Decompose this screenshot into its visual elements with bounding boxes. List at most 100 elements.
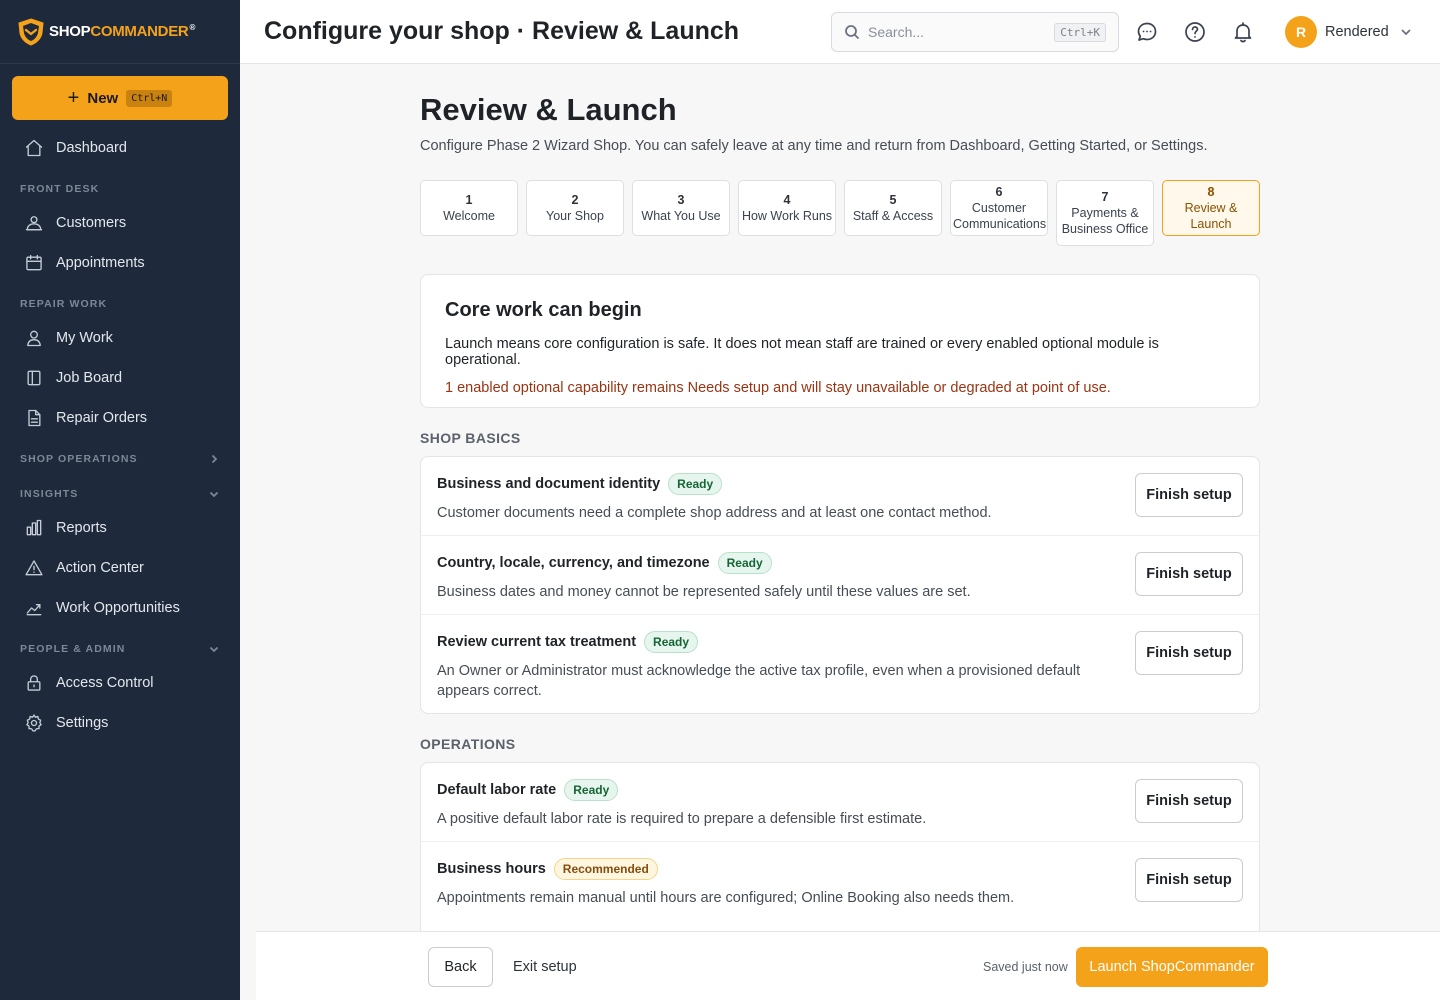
wizard-footer: Back Exit setup Saved just now Launch Sh… (256, 931, 1440, 1000)
status-badge: Ready (564, 779, 619, 801)
row-description: Business dates and money cannot be repre… (437, 584, 971, 600)
home-icon (25, 139, 43, 157)
warning-icon (25, 560, 43, 576)
sidebar-item-label: Access Control (56, 675, 154, 691)
sidebar-item-action-center[interactable]: Action Center (0, 548, 240, 588)
brand-commander-text: COMMANDER (90, 23, 189, 40)
finish-setup-button[interactable]: Finish setup (1135, 779, 1243, 823)
chevron-down-icon (209, 646, 219, 653)
step-label: Your Shop (546, 209, 604, 223)
chevron-right-icon (211, 454, 218, 464)
core-work-title: Core work can begin (445, 299, 642, 321)
chevron-down-icon (1401, 29, 1411, 36)
customers-icon (25, 216, 43, 231)
shop-basics-heading: SHOP BASICS (420, 430, 521, 446)
trend-icon (26, 604, 42, 616)
back-button[interactable]: Back (428, 947, 493, 987)
step-review-launch[interactable]: 8 Review & Launch (1162, 180, 1260, 236)
sidebar-item-reports[interactable]: Reports (0, 508, 240, 548)
brand-logo[interactable]: SHOPCOMMANDER® (0, 0, 240, 64)
step-number: 5 (889, 193, 897, 207)
notifications-button[interactable] (1231, 20, 1255, 44)
help-button[interactable] (1183, 20, 1207, 44)
sidebar-item-label: Reports (56, 520, 107, 536)
section-shop-operations[interactable]: SHOP OPERATIONS (0, 438, 240, 473)
brand-reg-mark: ® (189, 23, 196, 32)
row-title-text: Country, locale, currency, and timezone (437, 555, 710, 571)
finish-setup-button[interactable]: Finish setup (1135, 552, 1243, 596)
finish-setup-button[interactable]: Finish setup (1135, 858, 1243, 902)
exit-setup-button[interactable]: Exit setup (513, 947, 577, 987)
gear-icon (26, 714, 42, 732)
operations-heading: OPERATIONS (420, 736, 516, 752)
section-people-admin[interactable]: PEOPLE & ADMIN (0, 628, 240, 663)
search-box[interactable]: Ctrl+K (831, 12, 1119, 52)
user-menu[interactable]: R Rendered (1285, 16, 1413, 48)
search-shortcut-hint: Ctrl+K (1054, 22, 1106, 42)
step-label: Review & Launch (1184, 201, 1238, 231)
sidebar-item-access-control[interactable]: Access Control (0, 663, 240, 703)
row-description: Customer documents need a complete shop … (437, 505, 992, 521)
status-badge: Recommended (553, 858, 658, 880)
sidebar-item-job-board[interactable]: Job Board (0, 358, 240, 398)
row-title: Business and document identity Ready (437, 473, 1123, 495)
topbar: Configure your shop · Review & Launch Ct… (240, 0, 1440, 64)
wizard-subtitle: Configure Phase 2 Wizard Shop. You can s… (420, 138, 1208, 154)
sidebar-item-work-opportunities[interactable]: Work Opportunities (0, 588, 240, 628)
checklist-row: Default labor rate Ready A positive defau… (421, 763, 1259, 842)
sidebar-item-dashboard[interactable]: Dashboard (0, 128, 240, 168)
section-label: PEOPLE & ADMIN (20, 643, 126, 655)
row-description: Appointments remain manual until hours a… (437, 890, 1015, 906)
sidebar-item-settings[interactable]: Settings (0, 703, 240, 743)
step-how-work-runs[interactable]: 4 How Work Runs (738, 180, 836, 236)
main-content: Review & Launch Configure Phase 2 Wizard… (240, 64, 1440, 1000)
section-label: REPAIR WORK (20, 298, 108, 310)
status-badge: Ready (668, 473, 723, 495)
step-what-you-use[interactable]: 3 What You Use (632, 180, 730, 236)
step-staff-access[interactable]: 5 Staff & Access (844, 180, 942, 236)
step-your-shop[interactable]: 2 Your Shop (526, 180, 624, 236)
sidebar-item-repair-orders[interactable]: Repair Orders (0, 398, 240, 438)
sidebar-item-appointments[interactable]: Appointments (0, 243, 240, 283)
sidebar-item-label: Repair Orders (56, 410, 148, 426)
step-number: 3 (677, 193, 685, 207)
step-label: Welcome (443, 209, 495, 223)
checklist-row: Review current tax treatment Ready An Own… (421, 615, 1259, 713)
finish-setup-button[interactable]: Finish setup (1135, 473, 1243, 517)
section-label: SHOP OPERATIONS (20, 453, 138, 465)
step-customer-communications[interactable]: 6 Customer Communications (950, 180, 1048, 236)
step-label: Payments & Business Office (1061, 206, 1149, 236)
row-title-text: Review current tax treatment (437, 634, 637, 650)
finish-setup-button[interactable]: Finish setup (1135, 631, 1243, 675)
step-number: 1 (465, 193, 473, 207)
search-icon (845, 25, 860, 40)
new-button[interactable]: + New Ctrl+N (12, 76, 228, 120)
launch-button[interactable]: Launch ShopCommander (1076, 947, 1268, 987)
brand-wordmark: SHOPCOMMANDER® (49, 23, 195, 40)
step-number: 4 (783, 193, 791, 207)
document-icon (28, 409, 41, 427)
row-title: Review current tax treatment Ready (437, 631, 1123, 653)
step-label: Customer Communications (953, 201, 1047, 231)
messages-button[interactable] (1135, 20, 1159, 44)
sidebar-item-customers[interactable]: Customers (0, 203, 240, 243)
row-title: Default labor rate Ready (437, 779, 1123, 801)
sidebar-nav: Dashboard FRONT DESK Customers Appointme… (0, 128, 240, 743)
section-insights[interactable]: INSIGHTS (0, 473, 240, 508)
calendar-icon (26, 254, 42, 271)
sidebar-item-my-work[interactable]: My Work (0, 318, 240, 358)
step-payments-business-office[interactable]: 7 Payments & Business Office (1056, 180, 1154, 246)
user-name: Rendered (1325, 24, 1389, 40)
row-title-text: Business and document identity (437, 476, 661, 492)
status-badge: Ready (644, 631, 699, 653)
bell-icon (1234, 22, 1252, 43)
step-label: Staff & Access (852, 209, 934, 223)
row-description: An Owner or Administrator must acknowled… (437, 663, 1081, 699)
section-repair-work: REPAIR WORK (0, 283, 240, 318)
bar-chart-icon (26, 519, 42, 536)
search-input[interactable] (868, 24, 1038, 40)
step-welcome[interactable]: 1 Welcome (420, 180, 518, 236)
row-title: Country, locale, currency, and timezone R… (437, 552, 1123, 574)
save-status: Saved just now (983, 960, 1068, 974)
row-title-text: Business hours (437, 861, 546, 877)
